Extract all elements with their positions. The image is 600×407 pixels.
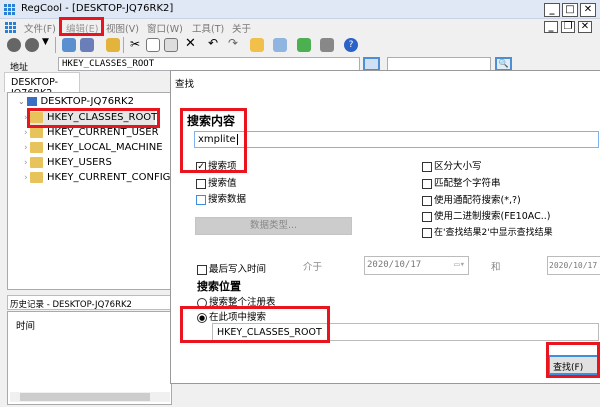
- maximize-button[interactable]: □: [562, 3, 578, 17]
- back-icon[interactable]: [7, 38, 21, 52]
- doc-minimize-button[interactable]: _: [544, 21, 558, 33]
- network-icon[interactable]: [80, 38, 94, 52]
- option-search-data[interactable]: 搜索数据: [196, 191, 246, 205]
- doc-logo-icon: [5, 22, 17, 34]
- tree-root-label: DESKTOP-JQ76RK2: [40, 96, 134, 107]
- checkbox[interactable]: [422, 195, 432, 206]
- doc-restore-button[interactable]: ❐: [561, 21, 575, 33]
- minimize-button[interactable]: _: [544, 3, 560, 17]
- scrollbar-thumb[interactable]: [20, 393, 150, 401]
- highlight-location: [180, 306, 330, 343]
- menu-window[interactable]: 窗口(W): [147, 21, 183, 35]
- option-label: 使用二进制搜索(FE10AC..): [434, 211, 551, 222]
- close-button[interactable]: ✕: [580, 3, 596, 17]
- history-panel: 时间: [7, 311, 172, 405]
- date-from-picker[interactable]: 2020/10/17 ▭▾: [364, 256, 469, 275]
- option-label: 区分大小写: [434, 161, 482, 172]
- find-icon[interactable]: [273, 38, 287, 52]
- tree-item-label: HKEY_CURRENT_USER: [47, 127, 159, 138]
- calendar-dropdown-icon[interactable]: ▭▾: [454, 260, 465, 270]
- option-label: 最后写入时间: [209, 264, 267, 275]
- checkbox[interactable]: [196, 194, 206, 205]
- date-to-picker[interactable]: 2020/10/17: [547, 256, 600, 275]
- toolbar-separator: [123, 37, 124, 53]
- highlight-content: [180, 108, 247, 173]
- option-label: 在'查找结果2'中显示查找结果: [434, 228, 553, 238]
- search-button[interactable]: 🔍: [495, 57, 512, 71]
- checkbox[interactable]: [422, 227, 432, 238]
- forward-icon[interactable]: [25, 38, 39, 52]
- window-title: RegCool - [DESKTOP-JQ76RK2]: [21, 3, 174, 14]
- address-input[interactable]: HKEY_CLASSES_ROOT: [58, 57, 360, 71]
- search-input[interactable]: [387, 57, 491, 71]
- highlight-tree-item: [27, 108, 160, 128]
- redo-icon[interactable]: ↷: [228, 36, 238, 50]
- option-last-write[interactable]: 最后写入时间: [197, 261, 266, 275]
- folder-icon: [30, 126, 43, 138]
- option-search-values[interactable]: 搜索值: [196, 175, 237, 189]
- query-input[interactable]: xmplite: [194, 131, 599, 148]
- tree-item-hkcc[interactable]: › HKEY_CURRENT_CONFIG: [24, 169, 171, 187]
- checkbox[interactable]: [422, 211, 432, 222]
- go-button[interactable]: [363, 57, 380, 71]
- tree-item-label: HKEY_USERS: [47, 157, 112, 168]
- connect-icon[interactable]: [62, 38, 76, 52]
- tools-icon[interactable]: [320, 38, 334, 52]
- checkbox[interactable]: [197, 264, 207, 275]
- history-title: 历史记录 - DESKTOP-JQ76RK2: [7, 295, 172, 310]
- option-label: 匹配整个字符串: [434, 178, 501, 189]
- option-label: 使用通配符搜索(*,?): [434, 195, 521, 206]
- copy-icon[interactable]: [146, 38, 160, 52]
- tab-desktop[interactable]: DESKTOP-JQ76RK2: [4, 72, 80, 99]
- history-scrollbar[interactable]: [10, 392, 170, 402]
- checkbox[interactable]: [196, 178, 206, 189]
- option-label: 搜索值: [208, 178, 237, 189]
- toolbar: ▼ ✂ ✕ ↶ ↷ ?: [0, 36, 600, 53]
- option-label: 搜索数据: [208, 194, 247, 205]
- option-whole-string[interactable]: 匹配整个字符串: [422, 175, 501, 189]
- date-from-value: 2020/10/17: [367, 260, 422, 270]
- folder-icon: [30, 141, 43, 153]
- tree-item-label: HKEY_LOCAL_MACHINE: [47, 142, 163, 153]
- menu-file[interactable]: 文件(F): [24, 21, 56, 35]
- history-column-time: 时间: [16, 321, 36, 332]
- option-case-sensitive[interactable]: 区分大小写: [422, 158, 482, 172]
- checkbox[interactable]: [422, 178, 432, 189]
- open-folder-icon[interactable]: [250, 38, 264, 52]
- data-type-button[interactable]: 数据类型...: [195, 217, 352, 235]
- option-wildcard[interactable]: 使用通配符搜索(*,?): [422, 192, 521, 206]
- tree-item-label: HKEY_CURRENT_CONFIG: [47, 172, 171, 183]
- undo-icon[interactable]: ↶: [208, 36, 218, 50]
- folder-icon: [30, 171, 43, 183]
- toolbar-separator: [55, 37, 56, 53]
- location-heading: 搜索位置: [197, 280, 241, 293]
- cut-icon[interactable]: ✂: [130, 37, 140, 51]
- delete-icon[interactable]: ✕: [185, 36, 196, 51]
- folder-icon: [30, 156, 43, 168]
- history-dropdown-icon[interactable]: ▼: [42, 37, 49, 47]
- highlight-find-button: [546, 342, 600, 378]
- paste-icon[interactable]: [164, 38, 178, 52]
- doc-close-button[interactable]: ✕: [578, 21, 592, 33]
- tree-root[interactable]: ⌄ DESKTOP-JQ76RK2: [18, 96, 134, 107]
- and-label: 和: [491, 262, 501, 273]
- menu-view[interactable]: 视图(V): [106, 21, 139, 35]
- app-logo-icon: [4, 4, 16, 16]
- option-binary[interactable]: 使用二进制搜索(FE10AC..): [422, 208, 550, 222]
- up-folder-icon[interactable]: [106, 38, 120, 52]
- option-results2[interactable]: 在'查找结果2'中显示查找结果: [422, 225, 553, 238]
- menu-tools[interactable]: 工具(T): [192, 21, 224, 35]
- checkbox[interactable]: [422, 161, 432, 172]
- refresh-icon[interactable]: [297, 38, 311, 52]
- help-icon[interactable]: ?: [344, 38, 358, 52]
- between-label: 介于: [303, 262, 323, 273]
- date-to-value: 2020/10/17: [549, 261, 598, 270]
- dialog-title: 查找: [175, 79, 195, 90]
- highlight-edit-menu: [59, 17, 104, 36]
- menu-about[interactable]: 关于: [232, 21, 251, 35]
